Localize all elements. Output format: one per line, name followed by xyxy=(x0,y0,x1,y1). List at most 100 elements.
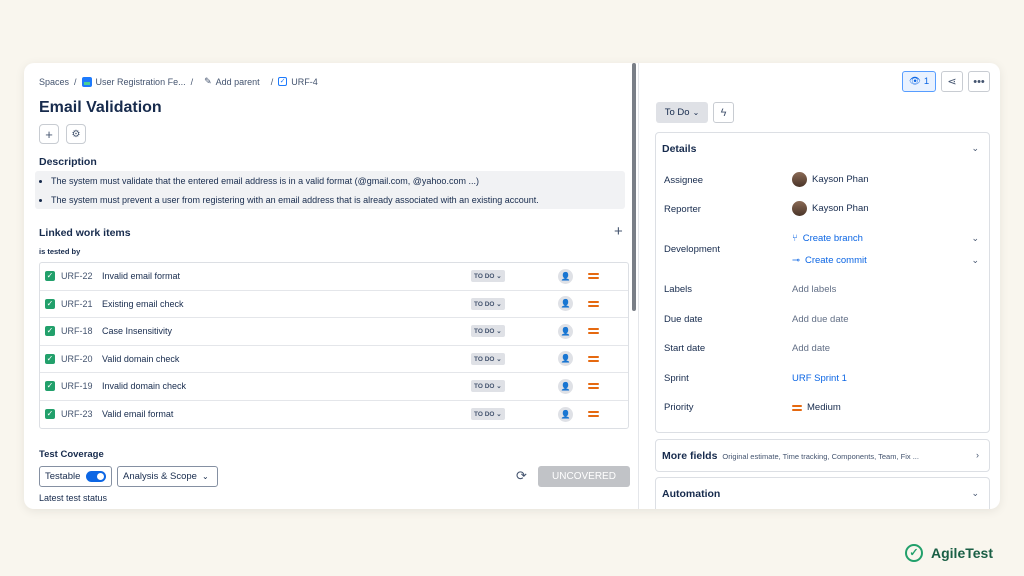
share-button[interactable]: ⋖ xyxy=(941,71,963,92)
add-button[interactable]: + xyxy=(39,124,59,144)
automation-actions-button[interactable]: ϟ xyxy=(713,102,734,123)
linked-item-row[interactable]: ✓ URF-22 Invalid email format TO DO ⌄ 👤 xyxy=(40,263,628,291)
linked-item-key[interactable]: URF-19 xyxy=(61,381,93,391)
more-fields-panel[interactable]: More fields Original estimate, Time trac… xyxy=(655,439,990,472)
linked-item-key[interactable]: URF-21 xyxy=(61,299,93,309)
chevron-down-icon[interactable]: ⌄ xyxy=(971,233,979,244)
brand-name: AgileTest xyxy=(931,545,993,561)
priority-medium-icon xyxy=(588,409,599,419)
automation-panel[interactable]: Automation ⌄ xyxy=(655,477,990,509)
linked-item-row[interactable]: ✓ URF-20 Valid domain check TO DO ⌄ 👤 xyxy=(40,346,628,373)
unassigned-avatar-icon[interactable]: 👤 xyxy=(558,406,573,422)
sprint-label: Sprint xyxy=(664,373,689,384)
apps-button[interactable]: ⚙ xyxy=(66,124,86,144)
unassigned-avatar-icon[interactable]: 👤 xyxy=(558,378,573,394)
watch-button[interactable]: 👁 1 xyxy=(902,71,936,92)
scrollbar[interactable] xyxy=(632,63,636,311)
linked-item-summary[interactable]: Invalid domain check xyxy=(102,381,186,391)
chevron-down-icon[interactable]: ⌄ xyxy=(971,255,979,266)
add-link-button[interactable]: + xyxy=(614,223,623,240)
refresh-button[interactable]: ⟳ xyxy=(516,468,527,484)
issue-title[interactable]: Email Validation xyxy=(39,99,162,117)
linked-item-status[interactable]: TO DO ⌄ xyxy=(471,352,505,365)
create-commit-link[interactable]: ⊸ Create commit xyxy=(792,255,867,266)
linked-item-row[interactable]: ✓ URF-23 Valid email format TO DO ⌄ 👤 xyxy=(40,401,628,429)
linked-item-status[interactable]: TO DO ⌄ xyxy=(471,270,505,283)
details-panel: Details ⌄ Assignee Kayson Phan Reporter … xyxy=(655,132,990,433)
link-relation-label: is tested by xyxy=(39,247,81,256)
linked-item-status[interactable]: TO DO ⌄ xyxy=(471,408,505,421)
linked-item-status[interactable]: TO DO ⌄ xyxy=(471,380,505,393)
more-actions-button[interactable]: ••• xyxy=(968,71,990,92)
test-case-icon: ✓ xyxy=(45,271,55,282)
linked-item-row[interactable]: ✓ URF-18 Case Insensitivity TO DO ⌄ 👤 xyxy=(40,318,628,346)
chevron-down-icon: ⌄ xyxy=(692,108,700,117)
add-parent-button[interactable]: ✎ Add parent xyxy=(204,76,260,87)
unassigned-avatar-icon[interactable]: 👤 xyxy=(558,268,573,284)
labels-label: Labels xyxy=(664,284,692,295)
linked-item-key[interactable]: URF-23 xyxy=(61,409,93,419)
analysis-scope-dropdown[interactable]: Analysis & Scope ⌄ xyxy=(117,466,218,487)
sprint-field[interactable]: URF Sprint 1 xyxy=(792,373,847,384)
due-date-field[interactable]: Add due date xyxy=(792,314,849,325)
create-commit-label: Create commit xyxy=(804,255,867,266)
breadcrumb-project[interactable]: User Registration Fe... xyxy=(81,76,186,87)
breadcrumb-spaces[interactable]: Spaces xyxy=(39,77,69,87)
more-fields-summary: Original estimate, Time tracking, Compon… xyxy=(722,452,919,461)
unassigned-avatar-icon[interactable]: 👤 xyxy=(558,323,573,339)
linked-item-key[interactable]: URF-22 xyxy=(61,271,93,281)
unassigned-avatar-icon[interactable]: 👤 xyxy=(558,351,573,367)
linked-item-summary[interactable]: Valid email format xyxy=(102,409,173,419)
priority-field[interactable]: Medium xyxy=(792,402,841,413)
description-body[interactable]: The system must validate that the entere… xyxy=(35,171,625,209)
checkmark-logo-icon: ✓ xyxy=(905,544,923,562)
priority-medium-icon xyxy=(792,403,802,413)
details-heading[interactable]: Details xyxy=(662,143,696,155)
linked-item-key[interactable]: URF-18 xyxy=(61,326,93,336)
test-case-icon: ✓ xyxy=(45,353,55,364)
testable-toggle[interactable]: Testable xyxy=(39,466,112,487)
status-dropdown[interactable]: To Do ⌄ xyxy=(656,102,708,123)
priority-medium-icon xyxy=(588,354,599,364)
assignee-field[interactable]: Kayson Phan xyxy=(792,172,869,187)
coverage-status-button[interactable]: UNCOVERED xyxy=(538,466,630,487)
breadcrumb-issue-key[interactable]: ✓ URF-4 xyxy=(278,77,318,87)
reporter-name: Kayson Phan xyxy=(812,203,869,214)
unassigned-avatar-icon[interactable]: 👤 xyxy=(558,296,573,312)
create-branch-link[interactable]: ⑂ Create branch xyxy=(792,233,863,244)
plus-icon: + xyxy=(45,126,53,142)
linked-item-key[interactable]: URF-20 xyxy=(61,354,93,364)
chevron-down-icon[interactable]: ⌄ xyxy=(971,143,979,154)
refresh-icon: ⟳ xyxy=(516,468,527,483)
test-case-icon: ✓ xyxy=(45,326,55,337)
reporter-field[interactable]: Kayson Phan xyxy=(792,201,869,216)
task-icon: ✓ xyxy=(278,77,288,86)
labels-field[interactable]: Add labels xyxy=(792,284,836,295)
chevron-down-icon: ⌄ xyxy=(201,472,209,481)
edit-icon: ✎ xyxy=(204,76,212,86)
issue-side-panel: 👁 1 ⋖ ••• To Do ⌄ ϟ Details ⌄ Assignee K… xyxy=(639,63,1000,509)
priority-medium-icon xyxy=(588,271,599,281)
linked-item-summary[interactable]: Valid domain check xyxy=(102,354,179,364)
development-label: Development xyxy=(664,244,720,255)
commit-icon: ⊸ xyxy=(792,255,800,266)
linked-item-summary[interactable]: Invalid email format xyxy=(102,271,180,281)
start-date-field[interactable]: Add date xyxy=(792,343,830,354)
linked-item-status[interactable]: TO DO ⌄ xyxy=(471,297,505,310)
status-label: To Do xyxy=(664,107,690,118)
linked-item-summary[interactable]: Existing email check xyxy=(102,299,184,309)
description-item: The system must validate that the entere… xyxy=(51,176,625,186)
linked-item-row[interactable]: ✓ URF-21 Existing email check TO DO ⌄ 👤 xyxy=(40,291,628,318)
priority-medium-icon xyxy=(588,381,599,391)
due-date-label: Due date xyxy=(664,314,703,325)
linked-item-summary[interactable]: Case Insensitivity xyxy=(102,326,172,336)
reporter-label: Reporter xyxy=(664,204,701,215)
linked-item-status[interactable]: TO DO ⌄ xyxy=(471,325,505,338)
analysis-scope-label: Analysis & Scope xyxy=(123,471,197,482)
toggle-switch[interactable] xyxy=(86,471,107,482)
breadcrumb-separator: / xyxy=(270,76,274,87)
priority-medium-icon xyxy=(588,299,599,309)
gear-icon: ⚙ xyxy=(71,128,81,140)
linked-item-row[interactable]: ✓ URF-19 Invalid domain check TO DO ⌄ 👤 xyxy=(40,373,628,401)
priority-label: Priority xyxy=(664,402,694,413)
